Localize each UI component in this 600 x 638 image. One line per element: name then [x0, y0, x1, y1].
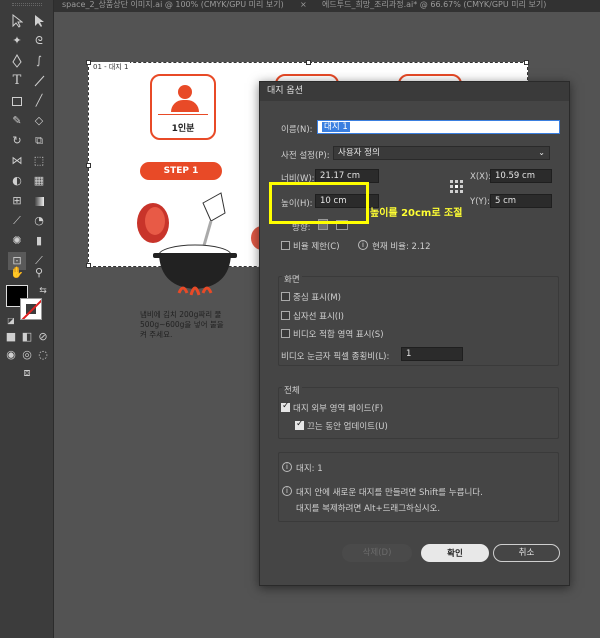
show-crosshairs-checkbox[interactable] — [281, 311, 290, 320]
show-center-label: 중심 표시(M) — [293, 293, 341, 303]
tab-label: space_2_상품상단 이미지.ai @ 100% (CMYK/GPU 미리 … — [62, 0, 284, 9]
resize-handle[interactable] — [524, 60, 529, 65]
constrain-label: 비율 제한(C) — [293, 242, 340, 252]
video-ratio-label: 비디오 눈금자 픽셀 종횡비(L): — [281, 352, 390, 362]
step-badge: STEP 1 — [140, 162, 222, 180]
direct-selection-tool-icon[interactable] — [30, 12, 48, 30]
eyedropper-icon[interactable]: ⟋ — [8, 212, 26, 230]
symbol-sprayer-icon[interactable]: ✺ — [8, 232, 26, 250]
annotation-note: 높이를 20cm로 조절 — [370, 208, 463, 219]
preset-label: 사전 설정(P): — [281, 151, 330, 161]
screen-mode-icon[interactable]: ⧈ — [18, 364, 36, 382]
none-mode-icon[interactable]: ⊘ — [34, 328, 52, 346]
blend-tool-icon[interactable]: ◔ — [30, 212, 48, 230]
update-while-dragging-checkbox[interactable] — [295, 419, 304, 430]
show-center-checkbox[interactable] — [281, 292, 290, 301]
dialog-title: 대지 옵션 — [260, 82, 569, 101]
draw-inside-icon[interactable]: ◌ — [34, 346, 52, 364]
info-icon: i — [282, 462, 292, 472]
line-tool-icon[interactable] — [30, 72, 48, 90]
preset-value: 사용자 정의 — [338, 148, 380, 158]
rectangle-tool-icon[interactable] — [8, 92, 26, 110]
info-icon: i — [282, 486, 292, 496]
card-divider — [158, 114, 208, 115]
artboard-options-dialog: 대지 옵션 이름(N): 대지 1 사전 설정(P): 사용자 정의 ⌄ 너비(… — [259, 81, 570, 586]
selection-tool-icon[interactable] — [8, 12, 26, 30]
y-field[interactable]: 5 cm — [490, 194, 552, 208]
mesh-tool-icon[interactable]: ⊞ — [8, 192, 26, 210]
tab-document-1[interactable]: space_2_상품상단 이미지.ai @ 100% (CMYK/GPU 미리 … — [62, 0, 292, 12]
cancel-button[interactable]: 취소 — [493, 544, 560, 562]
swap-colors-icon[interactable]: ⇆ — [34, 282, 52, 300]
eraser-icon[interactable]: ◇ — [30, 112, 48, 130]
annotation-highlight-box — [269, 182, 369, 224]
instruction-text: 냄비에 김치 200g짜리 물 500g~600g을 넣어 불을 켜 주세요. — [140, 310, 224, 339]
tip-line-2: 대지를 복제하려면 Alt+드래그하십시오. — [296, 504, 441, 514]
info-icon: i — [358, 240, 368, 250]
fade-outside-checkbox[interactable] — [281, 401, 290, 412]
reference-point-icon[interactable] — [450, 180, 463, 193]
paintbrush-icon[interactable]: ╱ — [30, 92, 48, 110]
y-label: Y(Y): — [470, 197, 490, 207]
panel-grip[interactable] — [12, 3, 42, 6]
column-graph-icon[interactable]: ▮ — [30, 232, 48, 250]
name-field[interactable]: 대지 1 — [317, 120, 560, 134]
resize-handle[interactable] — [86, 60, 91, 65]
magic-wand-icon[interactable]: ✦ — [8, 32, 26, 50]
update-while-dragging-label: 끄는 동안 업데이트(U) — [307, 422, 388, 432]
curvature-tool-icon[interactable]: ∫ — [30, 52, 48, 70]
tab-label: 에드투드_희망_조리과정.ai* @ 66.67% (CMYK/GPU 미리 보… — [322, 0, 547, 9]
constrain-proportions-checkbox[interactable] — [281, 241, 290, 250]
tip-line-1: 대지 안에 새로운 대지를 만들려면 Shift를 누릅니다. — [296, 488, 483, 498]
ok-button[interactable]: 확인 — [421, 544, 489, 562]
person-icon — [178, 85, 192, 99]
hand-tool-icon[interactable]: ✋ — [8, 264, 26, 282]
show-crosshairs-label: 십자선 표시(I) — [293, 312, 344, 322]
fade-outside-label: 대지 외부 영역 페이드(F) — [293, 404, 384, 414]
shape-builder-icon[interactable]: ◐ — [8, 172, 26, 190]
gradient-tool-icon[interactable] — [30, 192, 48, 210]
person-icon-body — [171, 100, 199, 112]
perspective-grid-icon[interactable]: ▦ — [30, 172, 48, 190]
serving-card: 1인분 — [150, 74, 216, 140]
chevron-down-icon: ⌄ — [538, 148, 545, 157]
x-field[interactable]: 10.59 cm — [490, 169, 552, 183]
shaper-tool-icon[interactable]: ✎ — [8, 112, 26, 130]
name-value: 대지 1 — [322, 122, 350, 132]
lasso-icon[interactable]: ᘓ — [30, 32, 48, 50]
tools-panel: ✦ ᘓ ∫ T ╱ ✎ ◇ ↻ ⧉ ⋈ ⬚ ◐ ▦ ⊞ ⟋ ◔ ✺ ▮ ⊡ ⟋ … — [0, 0, 54, 638]
rotate-tool-icon[interactable]: ↻ — [8, 132, 26, 150]
width-tool-icon[interactable]: ⋈ — [8, 152, 26, 170]
video-ratio-field[interactable]: 1 — [401, 347, 463, 361]
resize-handle[interactable] — [86, 263, 91, 268]
current-ratio: 현재 비율: 2.12 — [372, 242, 431, 252]
serving-text: 1인분 — [171, 124, 195, 134]
artboards-count: 대지: 1 — [296, 464, 323, 474]
zoom-tool-icon[interactable]: ⚲ — [30, 264, 48, 282]
name-label: 이름(N): — [281, 125, 313, 135]
artboard-label: 01 - 대지 1 — [91, 62, 131, 72]
free-transform-icon[interactable]: ⬚ — [30, 152, 48, 170]
tab-document-2[interactable]: 에드투드_희망_조리과정.ai* @ 66.67% (CMYK/GPU 미리 보… — [322, 0, 592, 12]
show-video-safe-label: 비디오 적합 영역 표시(S) — [293, 330, 384, 340]
resize-handle[interactable] — [86, 163, 91, 168]
show-video-safe-checkbox[interactable] — [281, 329, 290, 338]
stroke-color-swatch[interactable] — [20, 298, 42, 320]
scale-tool-icon[interactable]: ⧉ — [30, 132, 48, 150]
width-field[interactable]: 21.17 cm — [315, 169, 379, 183]
global-title: 전체 — [282, 384, 302, 396]
x-label: X(X): — [470, 172, 492, 182]
document-tab-bar: space_2_상품상단 이미지.ai @ 100% (CMYK/GPU 미리 … — [54, 0, 600, 12]
type-tool-icon[interactable]: T — [8, 72, 26, 90]
preset-dropdown[interactable]: 사용자 정의 ⌄ — [333, 146, 550, 160]
pen-tool-icon[interactable] — [8, 52, 26, 70]
display-title: 화면 — [282, 273, 302, 285]
delete-button[interactable]: 삭제(D) — [342, 544, 412, 562]
tab-close-icon[interactable]: × — [300, 0, 307, 12]
resize-handle[interactable] — [306, 60, 311, 65]
